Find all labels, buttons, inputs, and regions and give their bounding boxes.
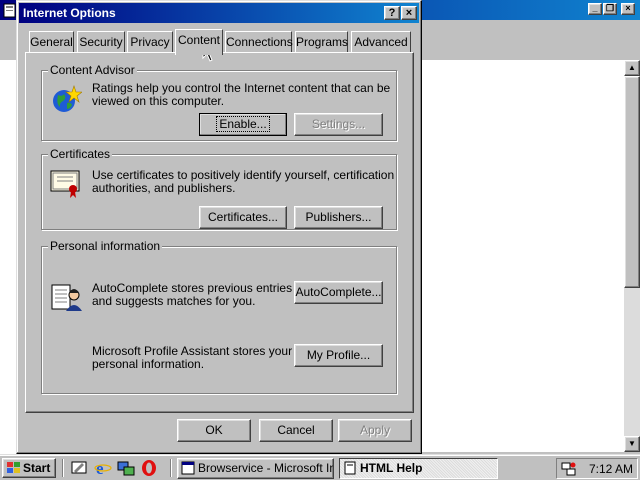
taskbar: Start e Browservice - Microsoft Int... H… [0, 454, 640, 480]
scroll-down-button[interactable]: ▼ [624, 436, 640, 452]
tab-content[interactable]: Content [175, 29, 223, 55]
network-icon[interactable] [561, 461, 577, 477]
certificates-button[interactable]: Certificates... [199, 206, 287, 229]
start-label: Start [23, 461, 51, 475]
help-content-pane [420, 60, 624, 452]
restore-button[interactable]: ❐ [603, 3, 617, 15]
taskbar-divider [62, 459, 64, 477]
channels-icon[interactable] [117, 459, 135, 477]
opera-icon[interactable] [140, 459, 158, 477]
tab-general[interactable]: General [29, 31, 74, 53]
internet-explorer-icon[interactable]: e [94, 459, 112, 477]
content-advisor-group: Content Advisor Ratings help you control… [41, 63, 397, 141]
show-desktop-icon[interactable] [70, 459, 88, 477]
tab-advanced[interactable]: Advanced [351, 31, 411, 53]
task-html-help[interactable]: HTML Help [339, 458, 498, 479]
internet-options-dialog: Internet Options ? × General Security Pr… [16, 0, 422, 454]
dialog-close-button[interactable]: × [401, 6, 417, 20]
content-advisor-text-2: viewed on this computer. [92, 94, 225, 108]
tab-connections[interactable]: Connections [225, 31, 293, 53]
system-tray: 7:12 AM [556, 458, 638, 479]
taskbar-divider [170, 459, 172, 477]
settings-button[interactable]: Settings... [294, 113, 383, 136]
vertical-scrollbar[interactable]: ▲ ▼ [624, 60, 640, 452]
ok-button[interactable]: OK [177, 419, 251, 442]
scroll-up-button[interactable]: ▲ [624, 60, 640, 76]
autocomplete-button[interactable]: AutoComplete... [294, 281, 383, 304]
close-button[interactable]: × [621, 3, 635, 15]
start-button[interactable]: Start [2, 458, 56, 478]
profile-icon [51, 284, 82, 311]
minimize-button[interactable]: _ [588, 3, 602, 15]
my-profile-button[interactable]: My Profile... [294, 344, 383, 367]
certificates-text-2: authorities, and publishers. [92, 181, 236, 195]
globe-star-icon [53, 85, 82, 112]
windows-logo-icon [7, 462, 20, 473]
svg-text:e: e [96, 459, 104, 477]
personal-information-label: Personal information [48, 239, 163, 253]
cancel-button[interactable]: Cancel [259, 419, 333, 442]
task-browservice[interactable]: Browservice - Microsoft Int... [177, 458, 334, 479]
scroll-thumb[interactable] [624, 76, 640, 288]
browser-window-icon [181, 461, 195, 475]
certificates-group: Certificates Use certificates to positiv… [41, 147, 397, 230]
content-tab-panel: Content Advisor Ratings help you control… [25, 52, 414, 413]
profile-text-2: personal information. [92, 357, 205, 371]
tab-security[interactable]: Security [77, 31, 125, 53]
enable-button[interactable]: Enable... [199, 113, 287, 136]
certificates-label: Certificates [48, 147, 113, 161]
clock[interactable]: 7:12 AM [589, 462, 633, 476]
content-advisor-label: Content Advisor [48, 63, 137, 77]
dialog-title: Internet Options [23, 6, 116, 20]
certificate-icon [50, 170, 80, 198]
help-app-icon [344, 461, 356, 475]
help-button[interactable]: ? [384, 6, 400, 20]
dialog-titlebar[interactable]: Internet Options ? × [19, 3, 419, 23]
autocomplete-text-2: and suggests matches for you. [92, 294, 256, 308]
task-label: HTML Help [360, 461, 423, 475]
task-label: Browservice - Microsoft Int... [198, 461, 333, 475]
tab-privacy[interactable]: Privacy [127, 31, 173, 53]
tab-programs[interactable]: Programs [295, 31, 348, 53]
apply-button[interactable]: Apply [338, 419, 412, 442]
publishers-button[interactable]: Publishers... [294, 206, 383, 229]
personal-information-group: Personal information AutoComplete stores… [41, 239, 397, 394]
